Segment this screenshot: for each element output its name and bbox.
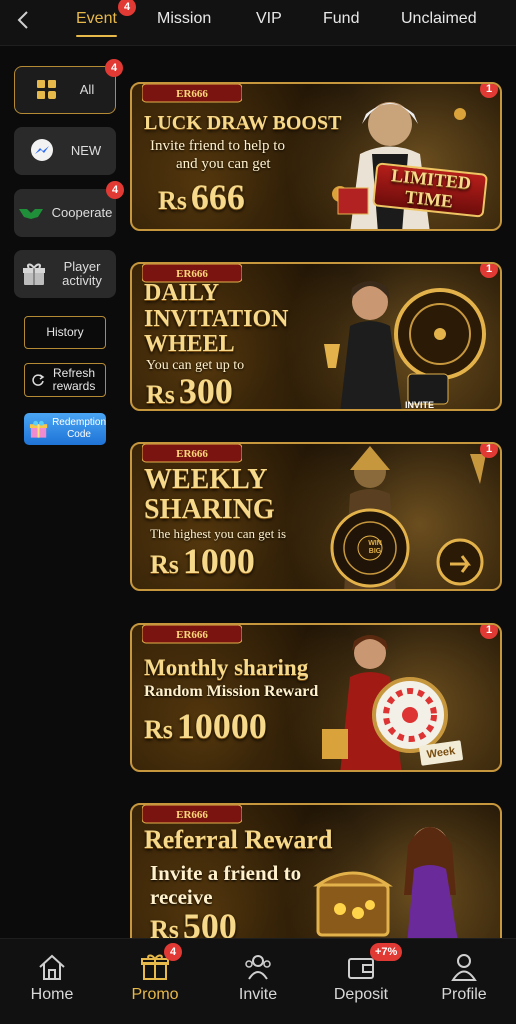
- sidebar-item-all[interactable]: All 4: [14, 59, 123, 114]
- treasure-chest-girl-illustration: [313, 827, 460, 954]
- pilot-girl-roulette-illustration: [322, 635, 448, 770]
- handshake-icon: [18, 209, 43, 219]
- pharaoh-wheel-illustration: [330, 446, 486, 589]
- redemption-code-button[interactable]: Redemption Code: [24, 413, 106, 445]
- svg-text:ER666: ER666: [176, 88, 208, 100]
- nav-home[interactable]: Home: [7, 951, 97, 1004]
- refresh-rewards-button[interactable]: Refresh rewards: [24, 363, 106, 397]
- tab-mission[interactable]: Mission: [157, 10, 211, 28]
- er666-logo: ER666: [142, 625, 242, 644]
- sidebar-cooperate-badge: 4: [106, 181, 124, 199]
- gift-box-icon: [29, 420, 48, 438]
- nav-profile[interactable]: Profile: [419, 951, 509, 1004]
- event-banner-luck-draw[interactable]: ER666 LUCK DRAW BOOST Invite friend to h…: [130, 82, 502, 231]
- nav-deposit-badge: +7%: [370, 943, 403, 961]
- svg-text:ER666: ER666: [176, 629, 208, 641]
- pilot-girl-wheel-illustration: [324, 281, 486, 409]
- event-banner-monthly-sharing[interactable]: ER666 Monthly sharing Random Mission Rew…: [130, 623, 502, 772]
- win-big-label: WIN BIG: [368, 540, 382, 555]
- svg-text:ER666: ER666: [176, 809, 208, 821]
- user-icon: [451, 954, 477, 981]
- er666-logo: ER666: [142, 84, 242, 103]
- sidebar-item-cooperate[interactable]: Cooperate 4: [14, 181, 124, 237]
- tab-fund[interactable]: Fund: [323, 10, 359, 28]
- nav-promo-badge: 4: [164, 943, 182, 961]
- nav-promo[interactable]: Promo 4: [110, 943, 200, 1004]
- event-banner-daily-wheel[interactable]: ER666 DAILY INVITATION WHEEL You can get…: [130, 262, 502, 411]
- sidebar-item-new[interactable]: NEW: [14, 127, 116, 175]
- invite-tag: INVITE: [404, 400, 434, 410]
- svg-text:ER666: ER666: [176, 268, 208, 280]
- messenger-icon: [30, 139, 53, 161]
- nav-invite[interactable]: Invite: [213, 951, 303, 1004]
- refresh-icon: [32, 374, 45, 386]
- home-icon: [39, 954, 65, 980]
- tab-event[interactable]: Event 4: [76, 0, 136, 37]
- nav-deposit[interactable]: Deposit +7%: [316, 943, 406, 1004]
- sidebar-item-player-activity[interactable]: Player activity: [14, 250, 116, 298]
- tab-unclaimed[interactable]: Unclaimed: [401, 10, 477, 28]
- svg-text:ER666: ER666: [176, 448, 208, 460]
- er666-logo: ER666: [142, 805, 242, 824]
- top-tab-bar: Event 4 Mission VIP Fund Unclaimed: [0, 0, 516, 46]
- people-icon: [245, 955, 271, 980]
- tab-event-badge: 4: [118, 0, 136, 16]
- tab-vip[interactable]: VIP: [256, 10, 282, 28]
- grid-icon: [36, 80, 56, 99]
- event-banner-weekly-sharing[interactable]: ER666 WEEKLY SHARING The highest you can…: [130, 442, 502, 591]
- er666-logo: ER666: [142, 444, 242, 463]
- sidebar-all-badge: 4: [105, 59, 123, 77]
- bottom-navigation: Home Promo 4 Invite Deposit +7% Profile: [0, 938, 516, 1024]
- gift-icon: [23, 263, 45, 285]
- history-button[interactable]: History: [24, 316, 106, 349]
- back-arrow-icon[interactable]: [12, 8, 36, 32]
